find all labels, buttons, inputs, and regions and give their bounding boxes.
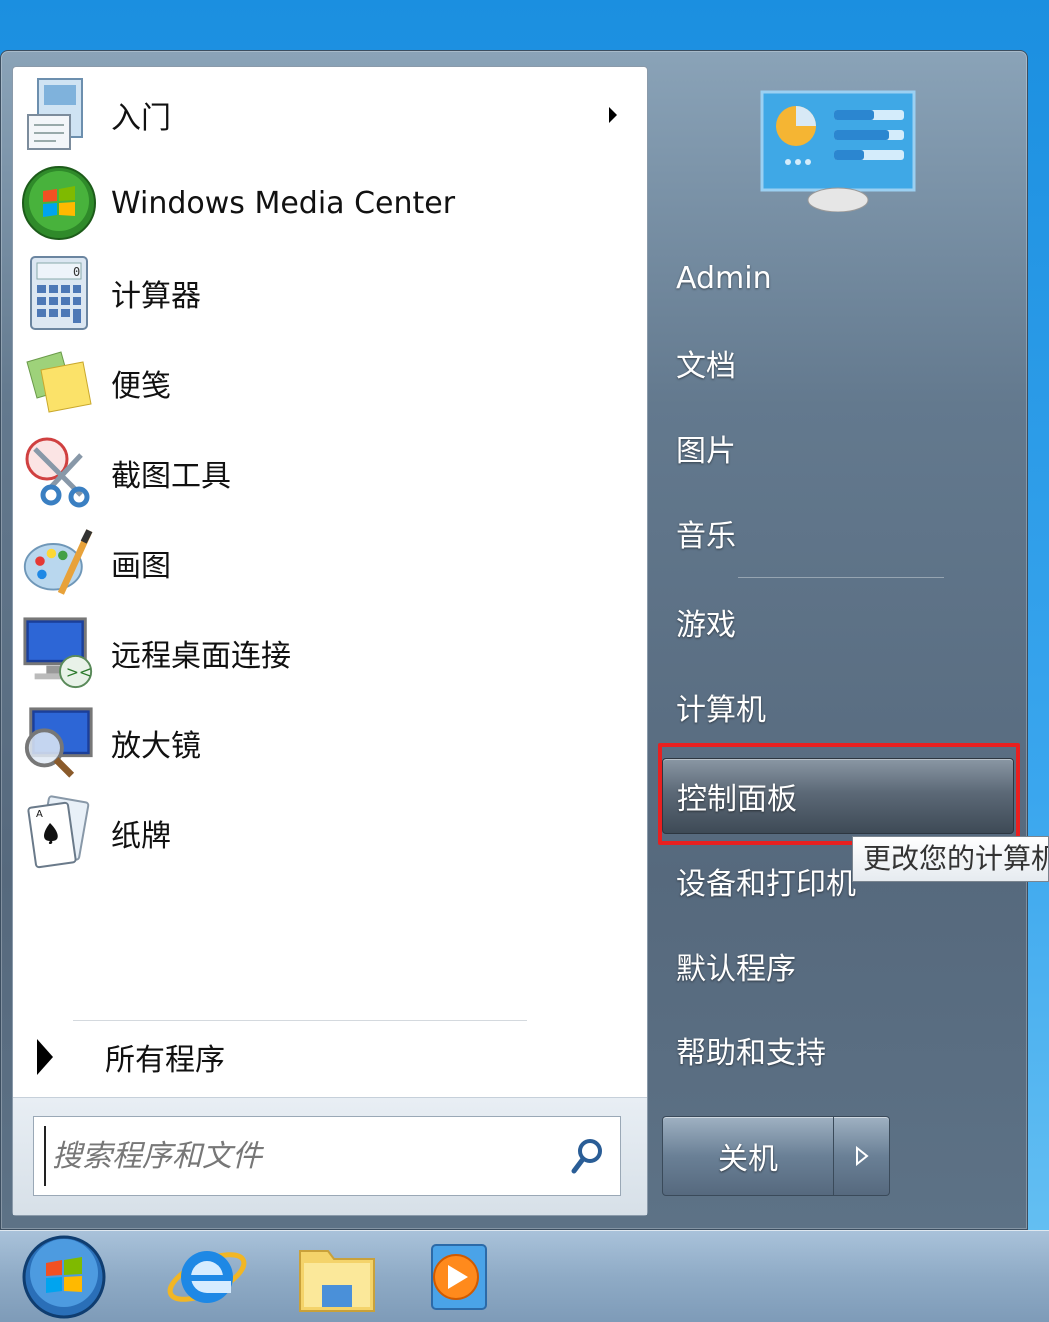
program-item-getting-started[interactable]: 入门 (13, 71, 649, 159)
right-item-label: 游戏 (676, 608, 736, 643)
program-item-magnifier[interactable]: 放大镜 (13, 699, 649, 787)
program-item-calculator[interactable]: 0 计算器 (13, 249, 649, 337)
right-item-help-support[interactable]: 帮助和支持 (662, 1012, 1014, 1088)
program-label: 远程桌面连接 (111, 639, 291, 674)
right-item-label: 帮助和支持 (676, 1036, 826, 1071)
right-item-pictures[interactable]: 图片 (662, 410, 1014, 486)
svg-text:A: A (36, 809, 43, 820)
program-item-solitaire[interactable]: A 纸牌 (13, 789, 649, 877)
divider (738, 577, 944, 578)
program-label: 便笺 (111, 369, 171, 404)
paint-icon (21, 525, 97, 601)
submenu-arrow-icon (609, 107, 617, 123)
right-item-documents[interactable]: 文档 (662, 325, 1014, 401)
program-label: 截图工具 (111, 459, 231, 494)
divider (73, 1020, 527, 1021)
program-label: 计算器 (111, 279, 201, 314)
media-player-icon[interactable] (424, 1235, 494, 1319)
programs-pane: 入门 Windows Media Center 0 计算器 便笺 截图工具 画图… (12, 66, 648, 1216)
sticky-notes-icon (21, 345, 97, 421)
right-item-label: 默认程序 (676, 952, 796, 987)
right-item-user[interactable]: Admin (662, 240, 1014, 316)
user-picture[interactable] (760, 90, 916, 213)
highlight-annotation (658, 743, 1020, 845)
all-programs-button[interactable]: 所有程序 (33, 1027, 633, 1087)
program-item-paint[interactable]: 画图 (13, 519, 649, 607)
shutdown-options-button[interactable] (834, 1116, 890, 1196)
chevron-right-icon (855, 1146, 869, 1166)
right-item-computer[interactable]: 计算机 (662, 669, 1014, 745)
windows-explorer-icon[interactable] (292, 1235, 382, 1319)
right-item-games[interactable]: 游戏 (662, 584, 1014, 660)
snipping-tool-icon (21, 435, 97, 511)
search-input[interactable] (44, 1126, 544, 1186)
program-label: 入门 (111, 101, 171, 136)
right-item-default-programs[interactable]: 默认程序 (662, 928, 1014, 1004)
program-item-windows-media-center[interactable]: Windows Media Center (13, 159, 649, 247)
right-item-label: 音乐 (676, 519, 736, 554)
internet-explorer-icon[interactable] (162, 1235, 252, 1319)
expand-arrow-icon (37, 1039, 53, 1075)
calculator-icon: 0 (21, 255, 97, 331)
search-box[interactable] (33, 1116, 621, 1196)
taskbar (0, 1230, 1049, 1322)
right-item-label: 计算机 (676, 693, 766, 728)
program-item-sticky-notes[interactable]: 便笺 (13, 339, 649, 427)
program-item-snipping-tool[interactable]: 截图工具 (13, 429, 649, 517)
right-item-music[interactable]: 音乐 (662, 495, 1014, 571)
shutdown-button[interactable]: 关机 (662, 1116, 834, 1196)
shutdown-label: 关机 (718, 1142, 778, 1177)
solitaire-icon: A (21, 795, 97, 871)
tooltip: 更改您的计算机 (852, 836, 1049, 882)
start-orb-icon[interactable] (18, 1235, 110, 1319)
program-label: Windows Media Center (111, 185, 456, 221)
right-item-label: 设备和打印机 (676, 867, 856, 902)
right-item-label: 图片 (676, 434, 736, 469)
program-label: 画图 (111, 549, 171, 584)
right-item-label: Admin (676, 260, 772, 296)
search-icon[interactable] (570, 1137, 606, 1177)
right-item-label: 文档 (676, 349, 736, 384)
svg-text:0: 0 (73, 265, 80, 279)
windows-media-center-icon (21, 165, 97, 241)
svg-text:><: >< (66, 663, 92, 681)
remote-desktop-icon: >< (21, 615, 97, 691)
program-label: 纸牌 (111, 819, 171, 854)
program-label: 放大镜 (111, 729, 201, 764)
search-area (13, 1097, 647, 1215)
all-programs-label: 所有程序 (105, 1043, 225, 1078)
magnifier-icon (21, 705, 97, 781)
getting-started-icon (21, 77, 97, 153)
program-item-remote-desktop[interactable]: >< 远程桌面连接 (13, 609, 649, 697)
